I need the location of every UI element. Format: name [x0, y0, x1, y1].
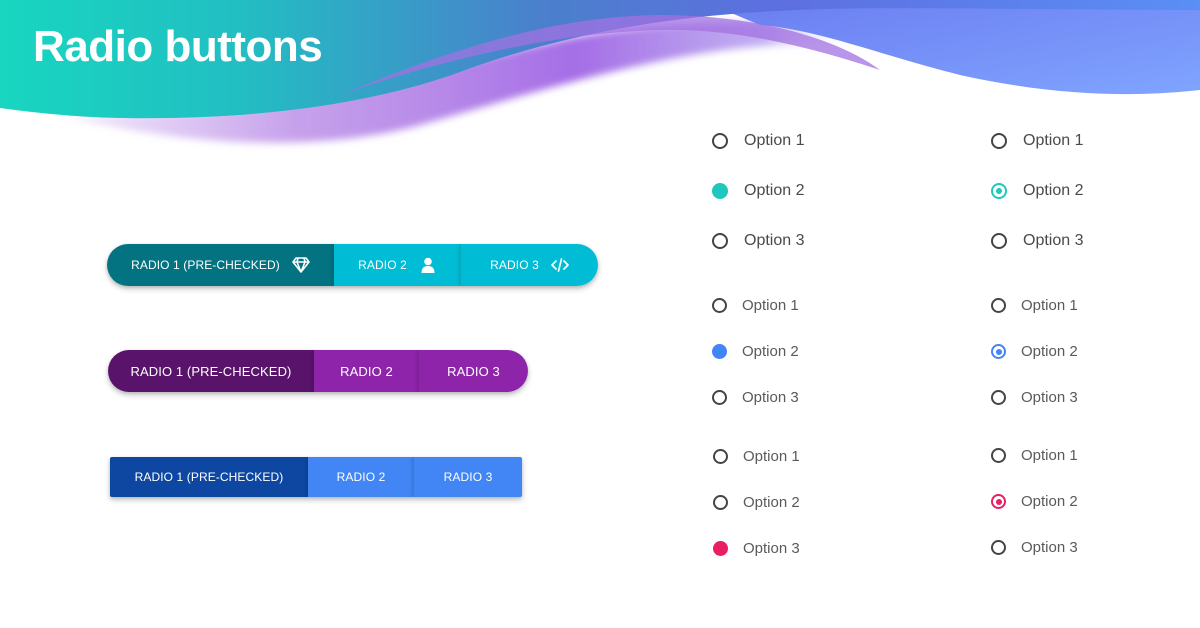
radio-option-label: Option 3 — [1023, 232, 1084, 249]
radio-option[interactable]: Option 3 — [712, 232, 804, 250]
radio-option[interactable]: Option 2 — [991, 182, 1083, 200]
radio-option-label: Option 1 — [742, 297, 799, 314]
radio-1-button[interactable]: RADIO 1 (PRE-CHECKED) — [107, 244, 334, 286]
radio-option-label: Option 1 — [1021, 297, 1078, 314]
radio-option[interactable]: Option 3 — [713, 540, 800, 557]
radio-unchecked-icon[interactable] — [713, 495, 728, 510]
radio-unchecked-icon[interactable] — [991, 133, 1007, 149]
radio-option[interactable]: Option 3 — [991, 389, 1078, 406]
code-icon — [551, 256, 569, 274]
radio-option[interactable]: Option 2 — [712, 182, 804, 200]
radio-option-label: Option 3 — [743, 540, 800, 557]
radio-option-label: Option 2 — [1021, 343, 1078, 360]
radio-option[interactable]: Option 2 — [713, 494, 800, 511]
radio-unchecked-icon[interactable] — [991, 233, 1007, 249]
radio-option-label: Option 2 — [1021, 493, 1078, 510]
radio-option-label: Option 1 — [1021, 447, 1078, 464]
radio-3-label: RADIO 3 — [490, 258, 539, 272]
radio-1-button[interactable]: RADIO 1 (PRE-CHECKED) — [108, 350, 314, 392]
radio-unchecked-icon[interactable] — [991, 448, 1006, 463]
radio-1-label: RADIO 1 (PRE-CHECKED) — [134, 470, 284, 484]
radio-option-label: Option 2 — [743, 494, 800, 511]
radio-checked-icon[interactable] — [991, 494, 1006, 509]
radio-1-button[interactable]: RADIO 1 (PRE-CHECKED) — [110, 457, 308, 497]
radio-3-label: RADIO 3 — [443, 470, 493, 484]
radio-option[interactable]: Option 1 — [712, 132, 804, 150]
radio-checked-icon[interactable] — [991, 344, 1006, 359]
radio-checked-icon[interactable] — [712, 344, 727, 359]
radio-unchecked-icon[interactable] — [991, 390, 1006, 405]
radio-option[interactable]: Option 2 — [712, 343, 799, 360]
radio-unchecked-icon[interactable] — [712, 233, 728, 249]
radio-option[interactable]: Option 2 — [991, 343, 1078, 360]
radio-option-label: Option 1 — [1023, 132, 1084, 149]
radio-option[interactable]: Option 1 — [991, 447, 1078, 464]
radio-option-label: Option 3 — [742, 389, 799, 406]
radio-checked-icon[interactable] — [712, 183, 728, 199]
radio-button-group-blue: RADIO 1 (PRE-CHECKED) RADIO 2 RADIO 3 — [110, 457, 522, 497]
radio-option[interactable]: Option 3 — [991, 232, 1083, 250]
radio-2-button[interactable]: RADIO 2 — [314, 350, 419, 392]
radio-option-label: Option 2 — [1023, 182, 1084, 199]
radio-option[interactable]: Option 2 — [991, 493, 1078, 510]
page-title: Radio buttons — [33, 22, 323, 71]
radio-option-label: Option 2 — [744, 182, 805, 199]
radio-option-label: Option 1 — [744, 132, 805, 149]
radio-button-group-purple: RADIO 1 (PRE-CHECKED) RADIO 2 RADIO 3 — [108, 350, 528, 392]
radio-2-button[interactable]: RADIO 2 — [308, 457, 414, 497]
radio-3-button[interactable]: RADIO 3 — [414, 457, 522, 497]
radio-3-label: RADIO 3 — [447, 363, 500, 379]
radio-option-label: Option 3 — [1021, 539, 1078, 556]
radio-option-label: Option 3 — [1021, 389, 1078, 406]
radio-option[interactable]: Option 1 — [712, 297, 799, 314]
radio-option[interactable]: Option 1 — [713, 448, 800, 465]
user-icon — [419, 256, 437, 274]
radio-option[interactable]: Option 1 — [991, 297, 1078, 314]
radio-unchecked-icon[interactable] — [991, 540, 1006, 555]
radio-checked-icon[interactable] — [713, 541, 728, 556]
radio-button-group-teal: RADIO 1 (PRE-CHECKED) RADIO 2 RADIO 3 — [107, 244, 598, 286]
radio-unchecked-icon[interactable] — [712, 133, 728, 149]
radio-option-label: Option 1 — [743, 448, 800, 465]
radio-3-button[interactable]: RADIO 3 — [461, 244, 598, 286]
radio-option[interactable]: Option 3 — [991, 539, 1078, 556]
radio-unchecked-icon[interactable] — [712, 390, 727, 405]
diamond-icon — [292, 256, 310, 274]
radio-option[interactable]: Option 1 — [991, 132, 1083, 150]
radio-unchecked-icon[interactable] — [991, 298, 1006, 313]
radio-1-label: RADIO 1 (PRE-CHECKED) — [130, 363, 292, 379]
radio-unchecked-icon[interactable] — [713, 449, 728, 464]
radio-3-button[interactable]: RADIO 3 — [419, 350, 528, 392]
radio-2-label: RADIO 2 — [358, 258, 407, 272]
radio-1-label: RADIO 1 (PRE-CHECKED) — [131, 258, 280, 272]
radio-2-button[interactable]: RADIO 2 — [334, 244, 461, 286]
radio-option[interactable]: Option 3 — [712, 389, 799, 406]
radio-2-label: RADIO 2 — [336, 470, 386, 484]
radio-option-label: Option 2 — [742, 343, 799, 360]
radio-2-label: RADIO 2 — [340, 363, 393, 379]
radio-unchecked-icon[interactable] — [712, 298, 727, 313]
radio-checked-icon[interactable] — [991, 183, 1007, 199]
radio-option-label: Option 3 — [744, 232, 805, 249]
